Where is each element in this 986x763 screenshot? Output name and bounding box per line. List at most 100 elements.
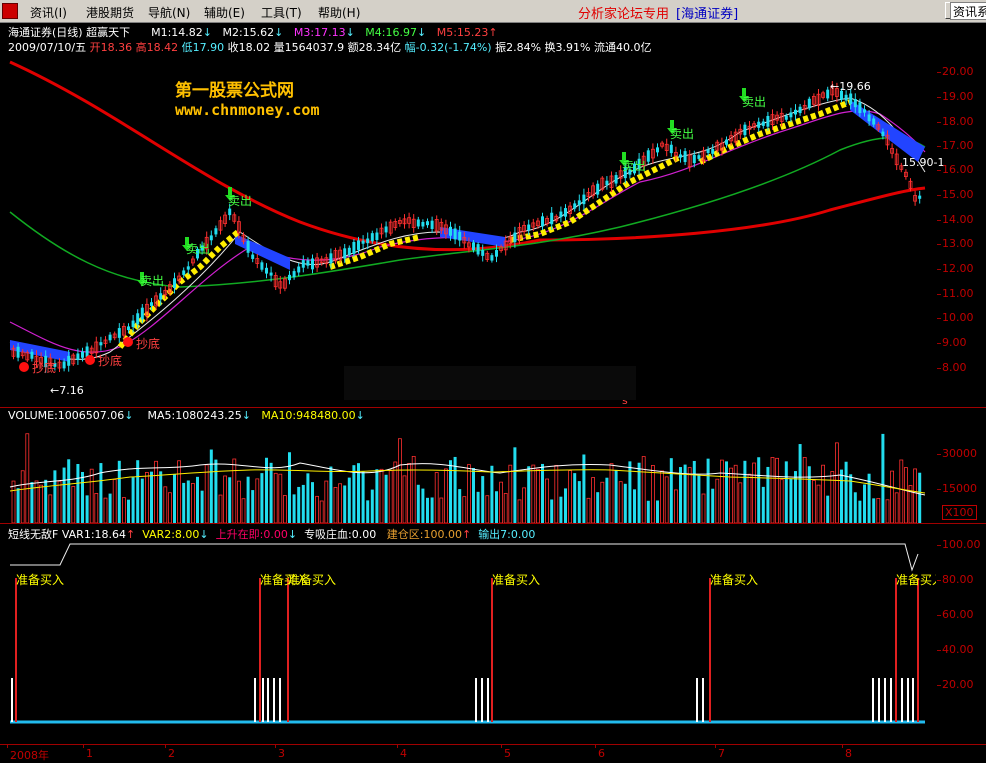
volume-bar	[725, 461, 728, 523]
time-label: 3	[275, 744, 285, 760]
volume-bar	[798, 444, 802, 523]
volume-chart[interactable]	[0, 425, 937, 523]
sell-label: 卖出	[622, 159, 647, 173]
volume-bar	[154, 460, 159, 523]
volume-bar	[821, 464, 825, 523]
candle-body	[62, 361, 66, 369]
candle-body	[430, 220, 434, 229]
volume-bar	[292, 494, 296, 523]
volume-bar	[218, 494, 223, 523]
volume-bar	[623, 483, 627, 523]
prepare-buy-label: 准备买入	[288, 573, 337, 587]
volume-bar	[288, 452, 291, 523]
menu-item-tools[interactable]: 工具(T)	[261, 4, 302, 21]
candle-body	[186, 266, 190, 270]
volume-bar	[679, 467, 682, 523]
time-axis: 2008年 1 2 3 4 5 6 7 8	[0, 744, 986, 762]
volume-bar	[16, 488, 20, 523]
menu-item-hk-futures[interactable]: 港股期货	[86, 4, 134, 21]
menu-item-assist[interactable]: 辅助(E)	[204, 4, 245, 21]
price-tick: 16.00	[937, 163, 974, 176]
osc-axis: 100.00 80.00 60.00 40.00 20.00	[937, 538, 986, 744]
volume-bar	[577, 481, 581, 523]
volume-bar	[513, 447, 517, 523]
prepare-buy-label: 准备买入	[710, 573, 759, 587]
volume-bar	[416, 484, 420, 523]
menu-item-help[interactable]: 帮助(H)	[318, 4, 360, 21]
oscillator-chart[interactable]	[0, 540, 937, 744]
volume-unit: X100	[942, 505, 977, 520]
volume-bar	[103, 497, 108, 523]
volume-bar	[743, 460, 747, 523]
volume-bar	[366, 500, 370, 523]
candle-body	[458, 231, 462, 241]
volume-bar	[375, 469, 379, 523]
volume-bar	[186, 480, 190, 523]
volume-bar	[656, 500, 659, 523]
volume-bar	[472, 468, 475, 523]
volume-bar	[458, 489, 462, 523]
candle-body	[173, 278, 176, 288]
volume-bar	[11, 480, 16, 523]
candle-body	[761, 121, 765, 126]
volume-bar	[554, 464, 559, 523]
menu-item-navigate[interactable]: 导航(N)	[148, 4, 190, 21]
time-label: 2	[165, 744, 175, 760]
volume-bar	[282, 495, 287, 523]
volume-bar	[872, 498, 876, 523]
forum-label: 分析家论坛专用	[578, 7, 670, 22]
candle-body	[416, 219, 420, 227]
volume-bar	[770, 457, 775, 523]
volume-bar	[609, 463, 614, 523]
volume-bar	[881, 433, 885, 523]
osc-tick: 40.00	[937, 643, 974, 656]
candle-body	[697, 155, 701, 159]
volume-tick: 15000	[937, 482, 977, 495]
volume-bar	[674, 489, 678, 523]
app-logo-icon	[2, 3, 18, 19]
buy-bottom-label: 抄底	[98, 354, 123, 368]
volume-bar	[490, 465, 494, 523]
volume-bar	[163, 486, 168, 523]
volume-bar	[618, 481, 623, 523]
candle-body	[150, 302, 153, 306]
osc-white-bars	[11, 678, 914, 722]
candle-body	[214, 228, 218, 235]
volume-bar	[273, 472, 278, 523]
menu-bar: 资讯(I) 港股期货 导航(N) 辅助(E) 工具(T) 帮助(H) 分析家论坛…	[0, 0, 986, 23]
yellow-staircase-4	[698, 99, 852, 165]
candle-body	[131, 320, 135, 327]
volume-bar	[779, 479, 784, 523]
candle-body	[329, 253, 333, 264]
volume-bar	[177, 460, 182, 523]
news-button[interactable]: 资讯系	[950, 2, 986, 20]
volume-bar	[99, 463, 103, 523]
volume-bar	[784, 461, 788, 523]
volume-bar	[112, 479, 117, 523]
volume-bar	[20, 470, 25, 523]
buy-bottom-label: 抄底	[32, 361, 57, 375]
candle-body	[292, 271, 296, 278]
candle-body	[646, 150, 650, 162]
volume-bar	[729, 467, 733, 523]
volume-bar	[278, 473, 283, 523]
candle-body	[784, 115, 788, 120]
volume-bar	[25, 433, 30, 523]
price-tick: 14.00	[937, 213, 974, 226]
volume-bar	[426, 497, 429, 523]
volume-bar	[664, 476, 669, 523]
volume-bar	[807, 466, 811, 523]
price-tick: 11.00	[937, 287, 974, 300]
volume-bar	[236, 480, 241, 523]
candle-body	[67, 355, 71, 366]
volume-bar	[692, 460, 696, 523]
menu-item-news[interactable]: 资讯(I)	[30, 4, 67, 21]
buy-dot	[19, 362, 29, 372]
candle-body	[577, 200, 581, 206]
volume-bar	[246, 476, 250, 523]
volume-bar	[564, 488, 567, 523]
volume-bar	[789, 478, 793, 523]
price-tick: 12.00	[937, 262, 974, 275]
volume-bar	[333, 487, 338, 523]
candle-body	[30, 351, 34, 359]
